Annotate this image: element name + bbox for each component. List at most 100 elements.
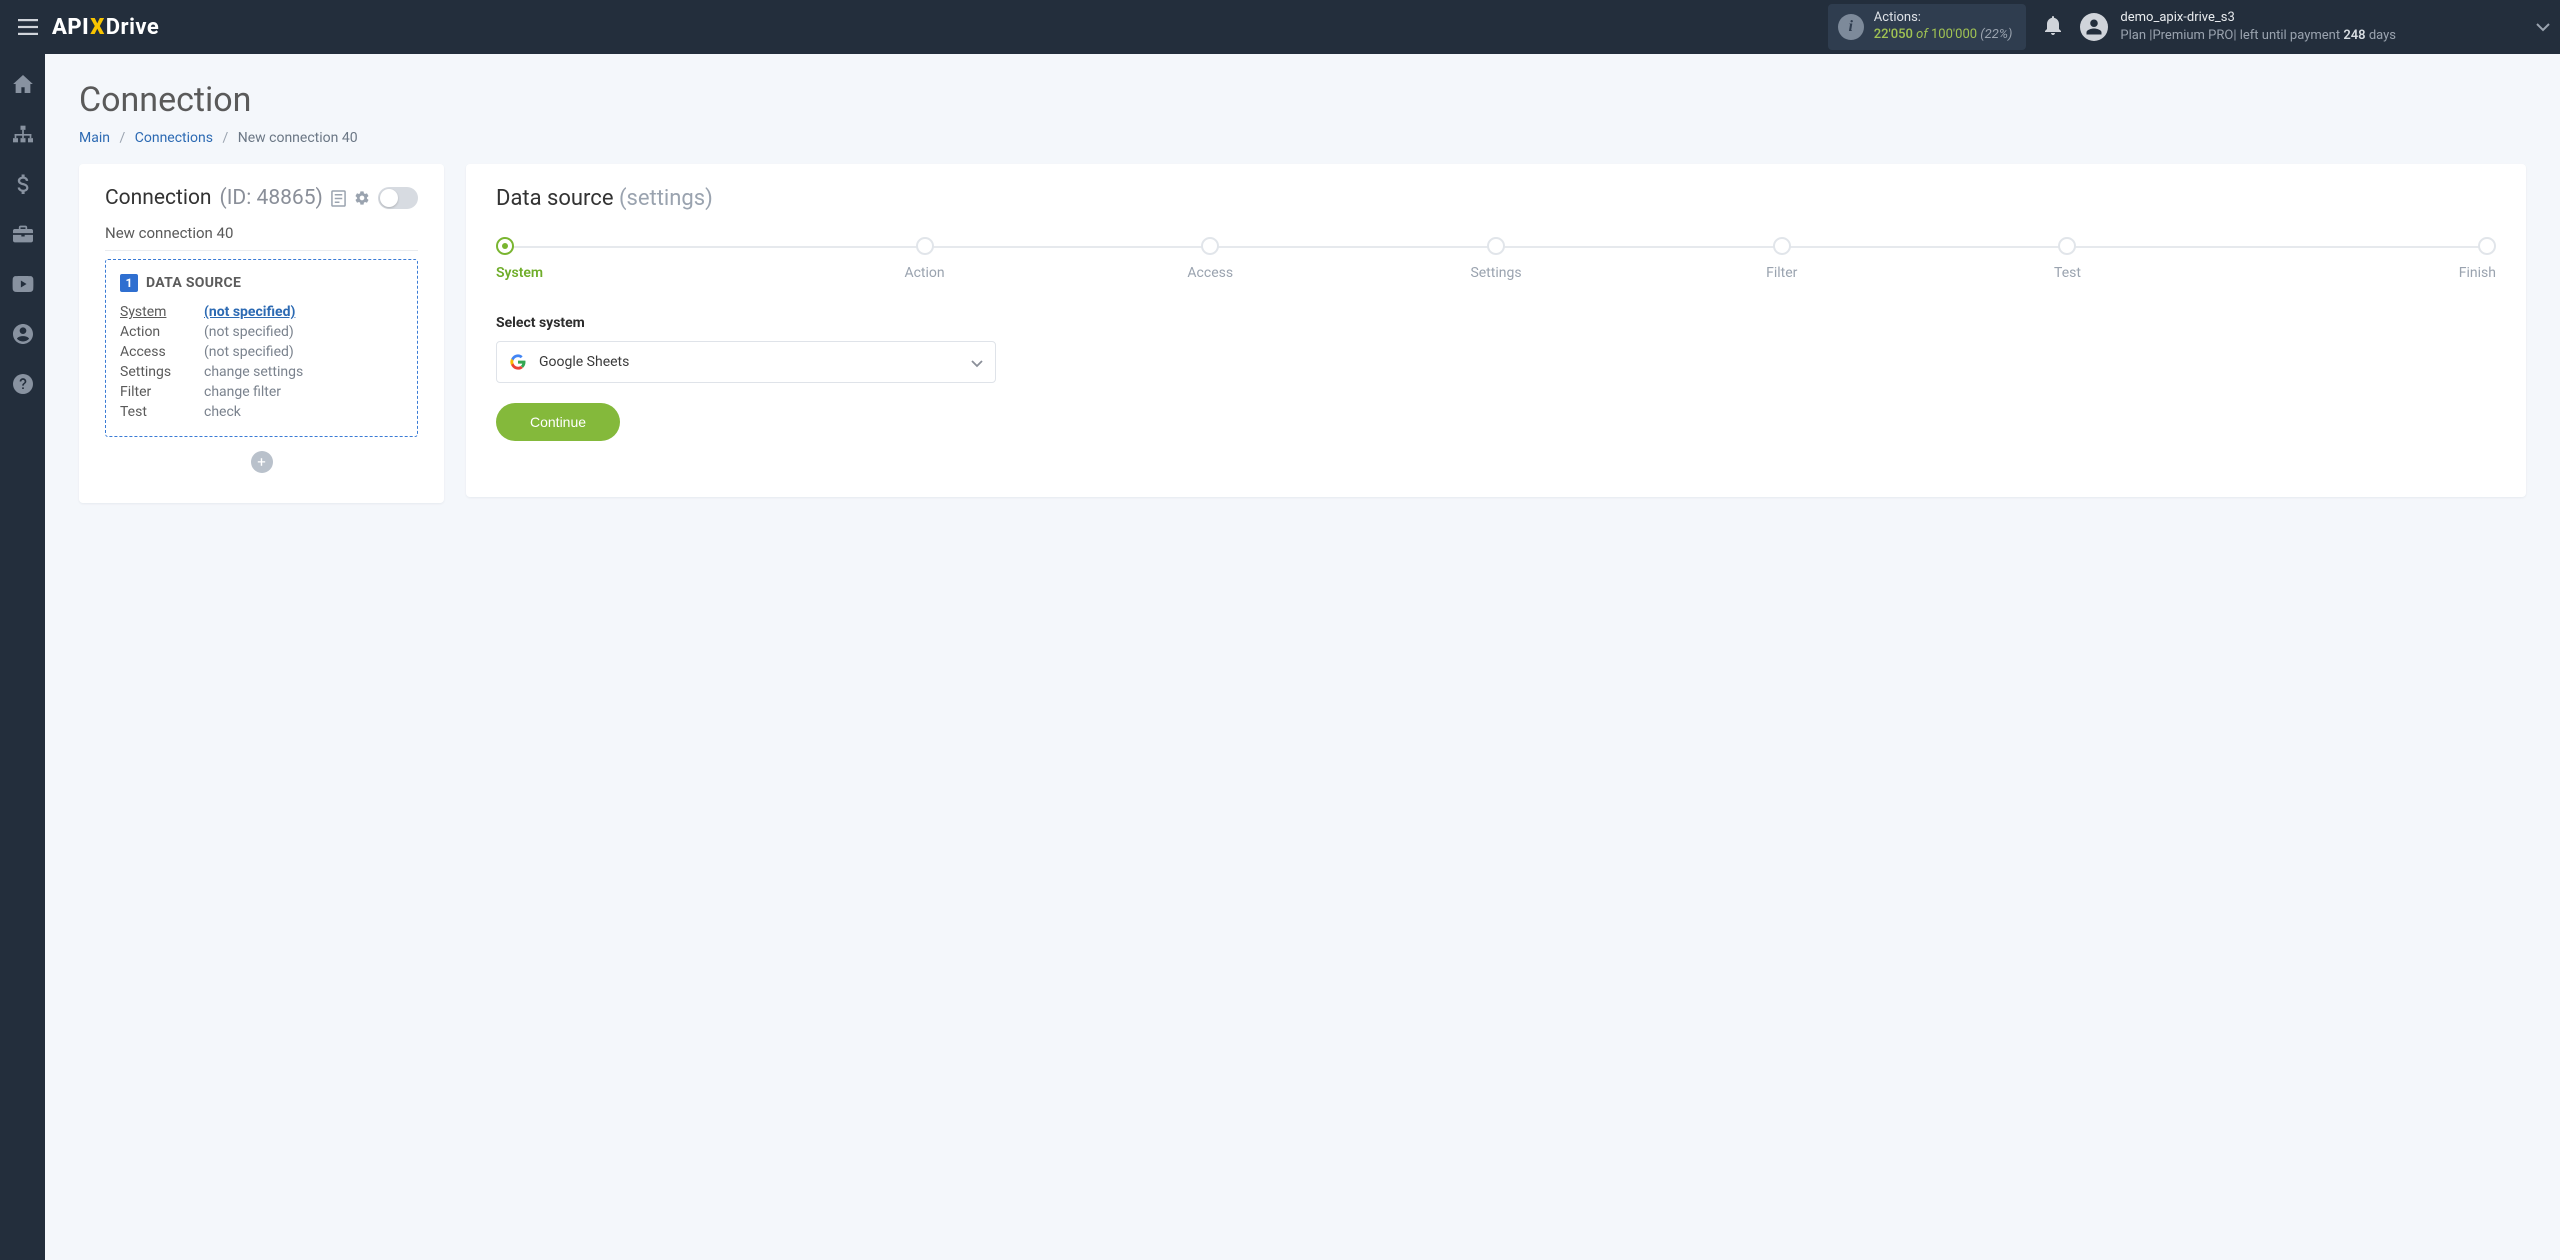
sidebar-item-help[interactable] (0, 370, 45, 398)
connection-enable-toggle[interactable] (378, 187, 418, 209)
step-access[interactable]: Access (1067, 237, 1353, 281)
document-icon (331, 190, 346, 207)
data-source-box: 1 DATA SOURCE System (not specified) Act… (105, 259, 418, 437)
notifications-button[interactable] (2044, 15, 2062, 39)
plan-name: Premium PRO (2152, 28, 2233, 43)
select-system-label: Select system (496, 315, 996, 331)
page-title: Connection (79, 80, 2526, 120)
breadcrumb-current: New connection 40 (238, 130, 358, 146)
ds-row-filter-key: Filter (120, 384, 204, 400)
data-source-badge: 1 (120, 274, 138, 292)
step-dot (1487, 237, 1505, 255)
chevron-down-icon (2536, 23, 2550, 33)
step-filter[interactable]: Filter (1639, 237, 1925, 281)
chevron-down-icon (971, 353, 983, 372)
step-dot (916, 237, 934, 255)
step-label: Test (2054, 265, 2081, 281)
data-source-settings-card: Data source (settings) System Action Acces… (466, 164, 2526, 497)
data-source-title: DATA SOURCE (146, 275, 241, 291)
actions-total: 100'000 (1931, 27, 1977, 42)
ds-row-settings-value: change settings (204, 364, 403, 380)
ds-heading-muted: (settings) (619, 186, 713, 211)
connection-label: Connection (105, 186, 212, 210)
ds-row-action-key: Action (120, 324, 204, 340)
sidebar-item-videos[interactable] (0, 270, 45, 298)
step-dot (2058, 237, 2076, 255)
briefcase-icon (13, 225, 33, 243)
connection-id: 48865 (257, 186, 316, 210)
ds-row-settings-key: Settings (120, 364, 204, 380)
user-icon (2085, 18, 2103, 36)
system-select[interactable]: Google Sheets (496, 341, 996, 383)
hamburger-icon (18, 19, 38, 35)
connection-subtitle: New connection 40 (105, 224, 418, 251)
step-finish[interactable]: Finish (2210, 237, 2496, 281)
plan-mid: | left until payment (2233, 28, 2343, 43)
account-menu[interactable]: demo_apix-drive_s3 Plan |Premium PRO| le… (2080, 9, 2396, 44)
plan-days: 248 (2343, 28, 2365, 43)
step-label: Access (1187, 265, 1233, 281)
home-icon (13, 75, 33, 93)
avatar (2080, 13, 2108, 41)
breadcrumb-main[interactable]: Main (79, 130, 110, 146)
logo[interactable]: APIXDrive (52, 15, 159, 40)
actions-pct: (22%) (1980, 27, 2012, 42)
main-content: Connection Main / Connections / New conn… (45, 54, 2560, 529)
data-source-heading: Data source (settings) (496, 186, 2496, 211)
topbar: APIXDrive i Actions: 22'050 of 100'000 (… (0, 0, 2560, 54)
step-label: Settings (1470, 265, 1521, 281)
ds-row-test-key: Test (120, 404, 204, 420)
actions-of: of (1916, 27, 1928, 42)
step-test[interactable]: Test (1925, 237, 2211, 281)
add-destination-button[interactable]: + (251, 451, 273, 473)
ds-row-action-value: (not specified) (204, 324, 403, 340)
step-label: Action (904, 265, 944, 281)
menu-toggle[interactable] (10, 13, 46, 41)
settings-button[interactable] (354, 190, 370, 206)
step-settings[interactable]: Settings (1353, 237, 1639, 281)
ds-row-test-value: check (204, 404, 403, 420)
sidebar-item-billing[interactable] (0, 170, 45, 198)
sidebar (0, 54, 45, 1260)
ds-row-access-value: (not specified) (204, 344, 403, 360)
actions-usage-text: Actions: 22'050 of 100'000 (22%) (1874, 10, 2013, 44)
copy-button[interactable] (331, 190, 346, 207)
ds-heading-main: Data source (496, 186, 614, 211)
plan-prefix: Plan | (2120, 28, 2152, 43)
ds-row-system-key[interactable]: System (120, 304, 204, 320)
logo-drive: Drive (106, 15, 160, 40)
step-label: System (496, 265, 543, 281)
connection-summary-card: Connection (ID: 48865) New connection 40… (79, 164, 444, 503)
sidebar-item-account[interactable] (0, 320, 45, 348)
ds-row-filter-value: change filter (204, 384, 403, 400)
step-dot (1201, 237, 1219, 255)
step-system[interactable]: System (496, 237, 782, 281)
step-label: Filter (1766, 265, 1797, 281)
connection-id-suffix: ) (316, 186, 323, 210)
step-dot (1773, 237, 1791, 255)
question-icon (13, 374, 33, 394)
actions-usage-box[interactable]: i Actions: 22'050 of 100'000 (22%) (1828, 4, 2027, 50)
ds-row-system-value[interactable]: (not specified) (204, 304, 403, 320)
account-caret[interactable] (2536, 18, 2550, 37)
breadcrumb-connections[interactable]: Connections (135, 130, 213, 146)
sidebar-item-connections[interactable] (0, 120, 45, 148)
sitemap-icon (13, 125, 33, 143)
step-action[interactable]: Action (782, 237, 1068, 281)
sidebar-item-home[interactable] (0, 70, 45, 98)
logo-api: API (52, 15, 89, 40)
gear-icon (354, 190, 370, 206)
actions-used: 22'050 (1874, 27, 1913, 42)
sidebar-item-tools[interactable] (0, 220, 45, 248)
connection-id-prefix: (ID: (220, 186, 257, 210)
user-circle-icon (13, 324, 33, 344)
step-dot (496, 237, 514, 255)
plan-suffix: days (2366, 28, 2396, 43)
bell-icon (2044, 15, 2062, 35)
continue-button[interactable]: Continue (496, 403, 620, 441)
logo-x: X (90, 15, 105, 40)
step-dot (2478, 237, 2496, 255)
stepper: System Action Access Settings Filter Test Fini… (496, 237, 2496, 281)
system-select-value: Google Sheets (539, 354, 959, 370)
dollar-icon (17, 174, 29, 194)
